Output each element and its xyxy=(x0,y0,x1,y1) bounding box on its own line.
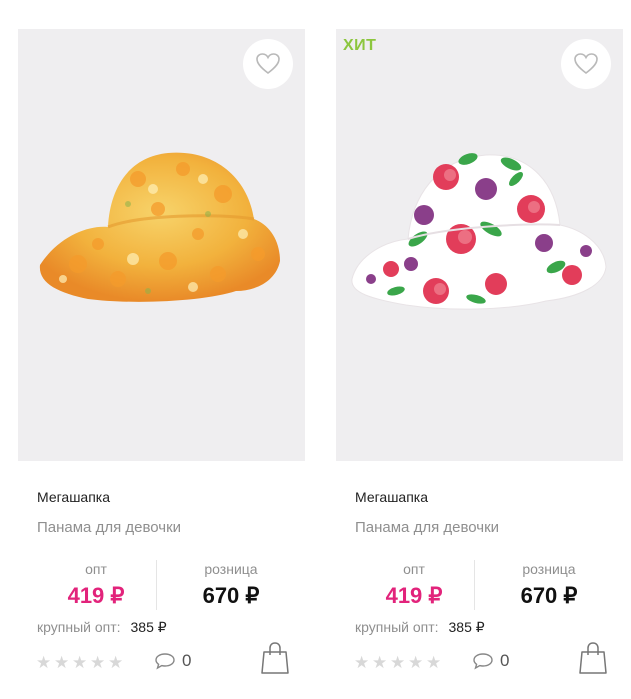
product-card[interactable]: ХИТ Мегашапка Панама для девочки опт 419… xyxy=(336,29,623,689)
star-icon[interactable]: ★ xyxy=(54,654,71,671)
product-brand[interactable]: Мегашапка xyxy=(355,489,428,505)
star-icon[interactable]: ★ xyxy=(72,654,89,671)
rating-stars[interactable]: ★ ★ ★ ★ ★ xyxy=(36,654,125,671)
star-icon[interactable]: ★ xyxy=(36,654,53,671)
comment-icon xyxy=(155,653,175,670)
shopping-bag-icon[interactable] xyxy=(578,641,608,675)
bulk-price-row: крупный опт: 385 ₽ xyxy=(37,619,167,636)
star-icon[interactable]: ★ xyxy=(390,654,407,671)
star-icon[interactable]: ★ xyxy=(90,654,107,671)
star-icon[interactable]: ★ xyxy=(426,654,443,671)
wholesale-price-label: опт xyxy=(403,561,425,577)
retail-price-label: розница xyxy=(204,561,258,577)
wholesale-price: 419 ₽ xyxy=(67,583,125,608)
comments-count: 0 xyxy=(182,651,192,670)
bulk-price-label: крупный опт: xyxy=(37,619,121,635)
favorite-button[interactable] xyxy=(561,39,611,89)
wholesale-price-label: опт xyxy=(85,561,107,577)
product-photo[interactable]: ХИТ xyxy=(336,29,623,461)
product-title[interactable]: Панама для девочки xyxy=(37,519,181,536)
comment-icon xyxy=(473,653,493,670)
heart-icon xyxy=(574,53,598,75)
retail-price: 670 ₽ xyxy=(520,583,578,608)
bulk-price-label: крупный опт: xyxy=(355,619,439,635)
favorite-button[interactable] xyxy=(243,39,293,89)
hit-badge: ХИТ xyxy=(343,37,377,54)
heart-icon xyxy=(256,53,280,75)
star-icon[interactable]: ★ xyxy=(108,654,125,671)
wholesale-price-block: опт 419 ₽ xyxy=(354,561,474,609)
product-image xyxy=(39,152,280,302)
star-icon[interactable]: ★ xyxy=(354,654,371,671)
retail-price-label: розница xyxy=(522,561,576,577)
bulk-price-row: крупный опт: 385 ₽ xyxy=(355,619,485,636)
product-brand[interactable]: Мегашапка xyxy=(37,489,110,505)
product-image xyxy=(351,153,607,310)
comments-link[interactable]: 0 xyxy=(472,651,509,671)
rating-stars[interactable]: ★ ★ ★ ★ ★ xyxy=(354,654,443,671)
retail-price-block: розница 670 ₽ xyxy=(156,561,306,609)
product-title[interactable]: Панама для девочки xyxy=(355,519,499,536)
bulk-price: 385 ₽ xyxy=(448,619,485,635)
wholesale-price: 419 ₽ xyxy=(385,583,443,608)
shopping-bag-icon[interactable] xyxy=(260,641,290,675)
retail-price: 670 ₽ xyxy=(202,583,260,608)
star-icon[interactable]: ★ xyxy=(372,654,389,671)
retail-price-block: розница 670 ₽ xyxy=(474,561,624,609)
product-photo[interactable] xyxy=(18,29,305,461)
product-card[interactable]: Мегашапка Панама для девочки опт 419 ₽ р… xyxy=(18,29,305,689)
comments-count: 0 xyxy=(500,651,510,670)
wholesale-price-block: опт 419 ₽ xyxy=(36,561,156,609)
star-icon[interactable]: ★ xyxy=(408,654,425,671)
comments-link[interactable]: 0 xyxy=(154,651,191,671)
bulk-price: 385 ₽ xyxy=(130,619,167,635)
